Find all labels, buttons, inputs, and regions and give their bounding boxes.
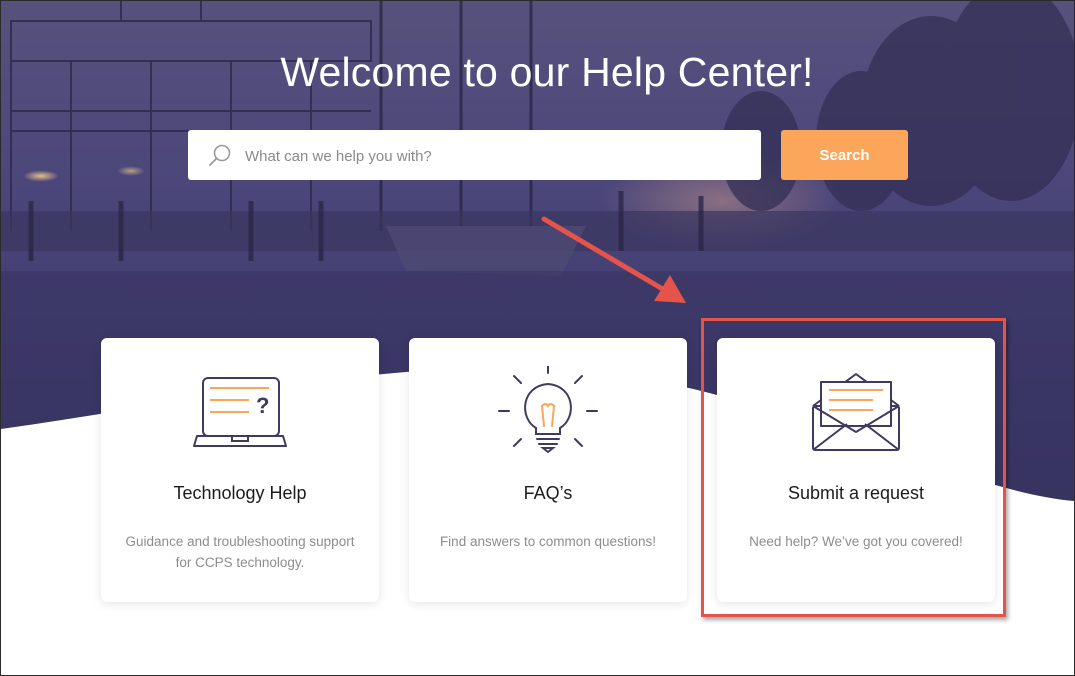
search-button[interactable]: Search: [781, 130, 908, 180]
help-center-page: Welcome to our Help Center! Search ? Tec…: [0, 0, 1075, 676]
search-box[interactable]: [188, 130, 761, 182]
card-description: Guidance and troubleshooting support for…: [125, 534, 355, 570]
envelope-letter-icon: [812, 373, 900, 451]
search-input[interactable]: [243, 130, 747, 182]
card-submit-request[interactable]: Submit a request Need help? We’ve got yo…: [717, 338, 995, 602]
card-description: Need help? We’ve got you covered!: [749, 534, 963, 549]
card-technology-help[interactable]: ? Technology Help Guidance and troublesh…: [101, 338, 379, 602]
annotation-arrow-icon: [541, 216, 686, 303]
card-title: Submit a request: [787, 483, 925, 503]
card-faqs[interactable]: FAQ’s Find answers to common questions!: [409, 338, 687, 602]
lightbulb-icon: [498, 366, 598, 454]
svg-text:?: ?: [256, 393, 269, 418]
card-title: FAQ’s: [523, 483, 573, 503]
search-icon: [209, 144, 231, 166]
laptop-question-icon: ?: [193, 377, 287, 447]
card-description: Find answers to common questions!: [439, 534, 657, 549]
card-title: Technology Help: [173, 483, 307, 503]
page-title: Welcome to our Help Center!: [280, 49, 814, 95]
